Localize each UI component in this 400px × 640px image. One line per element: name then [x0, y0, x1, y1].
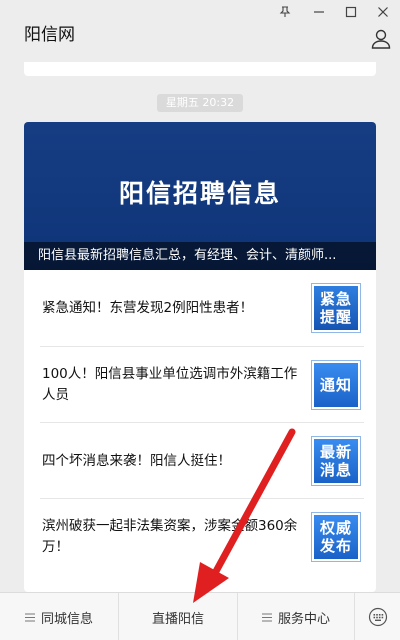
article-item[interactable]: 滨州破获一起非法集资案，涉案金额360余万！ 权威 发布 — [40, 498, 364, 574]
chat-area[interactable]: 星期五 20:32 阳信招聘信息 阳信县最新招聘信息汇总，有经理、会计、清颜师.… — [0, 62, 400, 592]
article-thumbnail: 最新 消息 — [312, 437, 360, 485]
bottom-menu: 同城信息 直播阳信 服务中心 — [0, 592, 400, 640]
thumb-line: 权威 — [319, 519, 352, 537]
menu-item-label: 直播阳信 — [151, 611, 204, 627]
thumb-line: 最新 — [319, 443, 352, 461]
article-item-title: 四个坏消息来袭！阳信人挺住！ — [42, 452, 231, 469]
article-thumbnail: 通知 — [312, 361, 360, 409]
thumb-line: 发布 — [319, 537, 352, 555]
article-card[interactable]: 阳信招聘信息 阳信县最新招聘信息汇总，有经理、会计、清颜师... 紧急通知！东营… — [24, 122, 376, 592]
article-item-title: 100人！阳信县事业单位选调市外滨籍工作人员 — [42, 366, 298, 403]
close-icon[interactable] — [372, 2, 394, 22]
maximize-icon[interactable] — [340, 2, 362, 22]
article-item-title: 滨州破获一起非法集资案，涉案金额360余万！ — [42, 518, 298, 555]
keyboard-toggle-button[interactable] — [355, 593, 400, 640]
app-title: 阳信网 — [24, 25, 75, 45]
user-icon[interactable] — [370, 28, 392, 50]
thumb-line: 消息 — [319, 461, 352, 479]
menu-list-icon — [261, 613, 272, 621]
article-thumbnail: 权威 发布 — [312, 513, 360, 561]
minimize-icon[interactable] — [308, 2, 330, 22]
menu-item-label: 同城信息 — [40, 611, 93, 627]
keyboard-icon — [368, 607, 387, 627]
previous-message-card[interactable] — [24, 62, 376, 76]
message-timestamp: 星期五 20:32 — [157, 94, 243, 112]
menu-item-label: 服务中心 — [277, 611, 330, 627]
article-hero[interactable]: 阳信招聘信息 阳信县最新招聘信息汇总，有经理、会计、清颜师... — [24, 122, 376, 270]
menu-item-local-info[interactable]: 同城信息 — [0, 593, 118, 640]
hero-title: 阳信招聘信息 — [118, 179, 281, 208]
article-thumbnail: 紧急 提醒 — [312, 284, 360, 332]
pin-icon[interactable] — [274, 2, 296, 22]
thumb-line: 提醒 — [319, 308, 352, 326]
article-item[interactable]: 紧急通知！东营发现2例阳性患者！ 紧急 提醒 — [40, 270, 364, 346]
article-item[interactable]: 100人！阳信县事业单位选调市外滨籍工作人员 通知 — [40, 346, 364, 422]
menu-item-live[interactable]: 直播阳信 — [119, 593, 237, 640]
title-bar: 阳信网 — [0, 0, 400, 62]
thumb-line: 紧急 — [319, 290, 352, 308]
article-item[interactable]: 四个坏消息来袭！阳信人挺住！ 最新 消息 — [40, 422, 364, 498]
hero-caption: 阳信县最新招聘信息汇总，有经理、会计、清颜师... — [24, 242, 376, 270]
thumb-line: 通知 — [319, 376, 352, 394]
menu-item-service-center[interactable]: 服务中心 — [238, 593, 354, 640]
article-item-title: 紧急通知！东营发现2例阳性患者！ — [42, 299, 254, 316]
menu-list-icon — [24, 613, 35, 621]
